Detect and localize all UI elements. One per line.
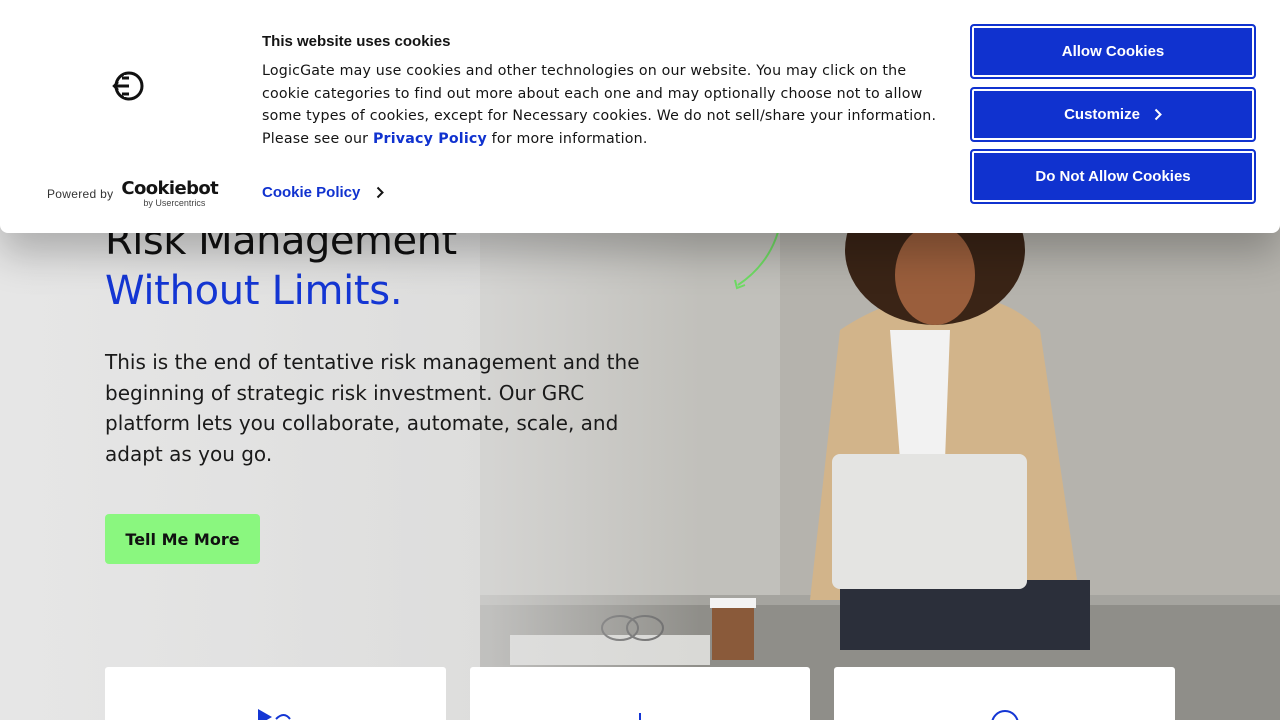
chevron-right-icon <box>1154 108 1162 121</box>
customize-button[interactable]: Customize <box>970 87 1256 142</box>
feature-card[interactable] <box>834 667 1175 720</box>
hero-description: This is the end of tentative risk manage… <box>105 350 640 466</box>
feature-card[interactable] <box>105 667 446 720</box>
do-not-allow-cookies-button[interactable]: Do Not Allow Cookies <box>970 149 1256 204</box>
cookie-text-part2: for more information. <box>486 131 648 148</box>
play-icon <box>257 709 291 720</box>
curved-arrow-icon <box>734 231 779 290</box>
powered-by-label: Powered by <box>47 187 114 201</box>
hero-title-line2: Without Limits. <box>105 268 403 314</box>
logicgate-logo-icon <box>112 71 144 101</box>
chevron-right-icon <box>377 186 385 199</box>
cookie-policy-label: Cookie Policy <box>262 184 361 201</box>
powered-by-cookiebot[interactable]: Powered by Cookiebot by Usercentrics <box>47 180 219 208</box>
customize-label: Customize <box>1064 106 1140 123</box>
cookie-banner-title: This website uses cookies <box>262 33 451 50</box>
allow-cookies-label: Allow Cookies <box>1061 43 1165 60</box>
cookie-consent-banner: Powered by Cookiebot by Usercentrics Thi… <box>0 0 1280 233</box>
cookiebot-brand-name: Cookiebot <box>121 178 219 199</box>
circle-icon <box>991 710 1018 720</box>
line-icon <box>639 713 641 720</box>
tell-me-more-button[interactable]: Tell Me More <box>105 514 260 564</box>
do-not-allow-cookies-label: Do Not Allow Cookies <box>1035 168 1191 185</box>
cookie-policy-link[interactable]: Cookie Policy <box>262 184 385 201</box>
cookiebot-logo: Cookiebot by Usercentrics <box>121 180 218 208</box>
cookiebot-brand-sub: by Usercentrics <box>143 198 206 208</box>
feature-card[interactable] <box>470 667 810 720</box>
cookie-banner-text: LogicGate may use cookies and other tech… <box>262 60 952 151</box>
allow-cookies-button[interactable]: Allow Cookies <box>970 24 1256 79</box>
privacy-policy-link[interactable]: Privacy Policy <box>373 131 487 147</box>
